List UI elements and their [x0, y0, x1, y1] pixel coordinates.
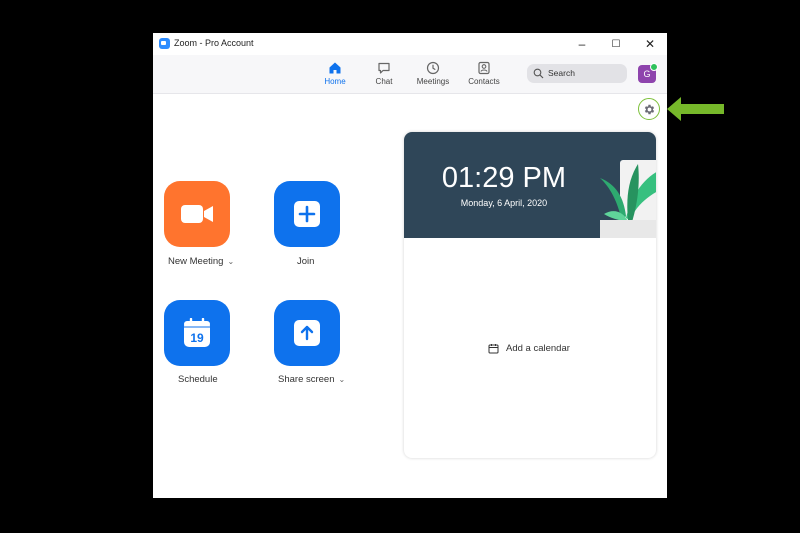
chat-icon — [378, 62, 390, 74]
calendar-small-icon — [488, 344, 499, 354]
chevron-down-icon: ⌄ — [227, 257, 235, 266]
schedule-button[interactable]: 19 — [164, 300, 230, 366]
maximize-icon: ☐ — [611, 38, 621, 50]
home-icon — [329, 62, 341, 74]
join-button[interactable] — [274, 181, 340, 247]
search-input[interactable]: Search — [527, 64, 627, 83]
minimize-button[interactable]: – — [567, 33, 597, 55]
time-banner: 01:29 PM Monday, 6 April, 2020 — [404, 132, 656, 238]
search-placeholder: Search — [548, 68, 575, 78]
close-icon: ✕ — [644, 37, 656, 51]
contacts-icon — [478, 61, 490, 75]
plus-icon — [294, 201, 320, 227]
highlight-arrow-icon — [667, 97, 724, 121]
add-calendar-label: Add a calendar — [506, 343, 570, 354]
new-meeting-label[interactable]: New Meeting ⌄ — [168, 256, 234, 267]
calendar-card: 01:29 PM Monday, 6 April, 2020 Add a cal… — [404, 132, 656, 458]
calendar-day-number: 19 — [190, 331, 204, 345]
search-icon — [533, 68, 544, 79]
add-calendar-link[interactable]: Add a calendar — [488, 343, 570, 354]
share-screen-button[interactable] — [274, 300, 340, 366]
tab-contacts[interactable]: Contacts — [454, 61, 514, 91]
zoom-window: Zoom - Pro Account – ☐ ✕ Home Chat Meeti… — [153, 33, 667, 498]
calendar-icon: 19 — [184, 318, 210, 347]
current-date: Monday, 6 April, 2020 — [460, 198, 548, 208]
minimize-icon: – — [578, 37, 586, 51]
clock-icon — [426, 61, 440, 75]
share-screen-label[interactable]: Share screen ⌄ — [278, 374, 345, 385]
avatar-initial: G — [643, 69, 651, 79]
action-label-text: New Meeting — [168, 256, 224, 267]
share-screen-icon — [294, 320, 320, 346]
video-camera-icon — [181, 205, 213, 223]
close-button[interactable]: ✕ — [635, 33, 665, 55]
new-meeting-button[interactable] — [164, 181, 230, 247]
join-label[interactable]: Join — [297, 256, 314, 267]
zoom-logo-icon — [159, 38, 170, 49]
chevron-down-icon: ⌄ — [338, 375, 346, 384]
title-bar: Zoom - Pro Account – ☐ ✕ — [153, 33, 667, 55]
maximize-button[interactable]: ☐ — [601, 33, 631, 55]
tab-label: Contacts — [468, 77, 500, 86]
avatar[interactable]: G — [638, 63, 658, 83]
action-label-text: Share screen — [278, 374, 335, 385]
nav-bar: Home Chat Meetings Contacts Search G — [153, 55, 667, 94]
current-time: 01:29 PM — [441, 162, 567, 194]
gear-icon — [644, 104, 654, 114]
schedule-label[interactable]: Schedule — [178, 374, 218, 385]
online-status-badge — [650, 63, 658, 71]
settings-button[interactable] — [638, 98, 660, 120]
window-title: Zoom - Pro Account — [174, 38, 254, 48]
